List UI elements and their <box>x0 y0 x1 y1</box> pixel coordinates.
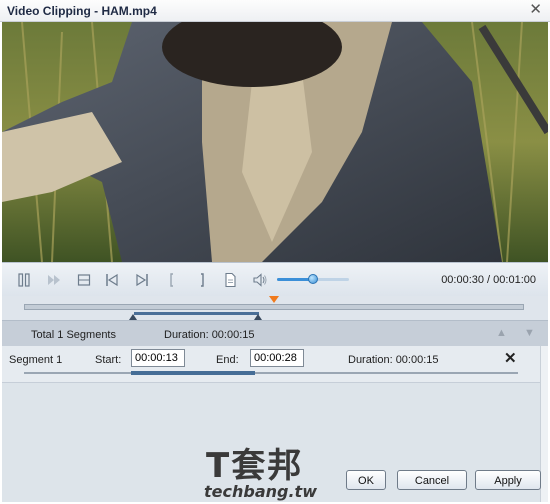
segments-header: Total 1 Segments Duration: 00:00:15 ▲ ▼ <box>2 320 548 346</box>
next-frame-icon[interactable] <box>134 272 150 288</box>
move-down-icon[interactable]: ▼ <box>524 327 535 339</box>
watermark-logo: T套邦 techbang.tw <box>198 438 358 501</box>
end-label: End: <box>216 354 239 366</box>
segment-track <box>24 371 518 375</box>
clip-timeline[interactable] <box>2 296 548 320</box>
window-title: Video Clipping - HAM.mp4 <box>7 4 157 18</box>
cancel-button[interactable]: Cancel <box>397 470 467 490</box>
segments-count: Total 1 Segments <box>31 329 116 341</box>
timeline-selection <box>133 312 259 315</box>
ok-button[interactable]: OK <box>346 470 386 490</box>
player-controls: 00:00:30 / 00:01:00 <box>2 262 548 296</box>
move-up-icon[interactable]: ▲ <box>496 327 507 339</box>
segment-range-fill <box>131 371 255 375</box>
apply-button[interactable]: Apply <box>475 470 541 490</box>
start-time-input[interactable] <box>131 349 185 367</box>
close-window-button[interactable]: ✕ <box>529 2 542 18</box>
snapshot-icon[interactable] <box>222 272 238 288</box>
segment-name: Segment 1 <box>9 354 63 366</box>
end-time-input[interactable] <box>250 349 304 367</box>
playhead-marker[interactable] <box>269 296 279 303</box>
stop-icon[interactable] <box>76 272 92 288</box>
volume-slider-knob[interactable] <box>308 274 318 284</box>
video-frame <box>2 22 548 262</box>
start-label: Start: <box>95 354 122 366</box>
video-preview <box>2 22 548 262</box>
pause-icon[interactable] <box>16 272 32 288</box>
segment-row[interactable]: Segment 1 Start: End: Duration: 00:00:15… <box>2 346 540 383</box>
volume-slider[interactable] <box>277 274 349 284</box>
set-start-icon[interactable] <box>164 272 180 288</box>
fast-forward-icon[interactable] <box>46 272 62 288</box>
set-end-icon[interactable] <box>194 272 210 288</box>
title-bar: Video Clipping - HAM.mp4 ✕ <box>0 0 550 22</box>
delete-segment-button[interactable]: ✕ <box>504 349 517 367</box>
time-display: 00:00:30 / 00:01:00 <box>441 274 536 286</box>
timeline-track[interactable] <box>24 304 524 315</box>
watermark-text: T套邦 <box>206 446 304 486</box>
watermark-domain: techbang.tw <box>204 482 317 501</box>
segment-duration: Duration: 00:00:15 <box>348 354 439 366</box>
previous-frame-icon[interactable] <box>104 272 120 288</box>
segments-total-duration: Duration: 00:00:15 <box>164 329 255 341</box>
segment-list-scrollbar[interactable] <box>540 346 548 502</box>
volume-icon[interactable] <box>252 272 268 288</box>
